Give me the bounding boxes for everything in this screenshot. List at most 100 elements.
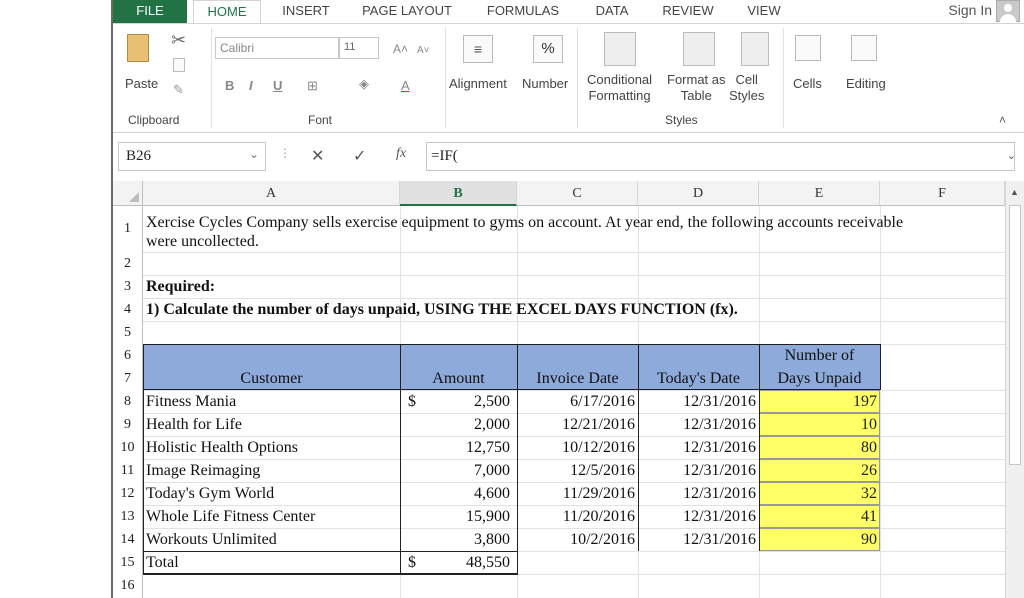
customer-cell[interactable]: Fitness Mania: [146, 392, 236, 412]
row-header[interactable]: 4: [113, 298, 143, 321]
shrink-font-icon[interactable]: A˅: [417, 43, 430, 59]
cells-icon[interactable]: [795, 35, 821, 61]
tab-insert[interactable]: INSERT: [271, 0, 341, 23]
todays-date-cell[interactable]: 12/31/2016: [638, 507, 756, 527]
row-header[interactable]: 1: [113, 206, 143, 252]
format-as-table-button[interactable]: Format as Table: [667, 72, 726, 104]
collapse-ribbon-icon[interactable]: ˄: [999, 112, 1006, 128]
name-box[interactable]: B26 ⌄: [118, 142, 266, 171]
row-header[interactable]: 7: [113, 367, 143, 390]
conditional-formatting-icon[interactable]: [604, 32, 636, 66]
total-amount-cell[interactable]: 48,550: [400, 553, 510, 573]
amount-cell[interactable]: 15,900: [400, 507, 510, 527]
tab-home[interactable]: HOME: [193, 0, 261, 23]
amount-cell[interactable]: 2,000: [400, 415, 510, 435]
todays-date-cell[interactable]: 12/31/2016: [638, 438, 756, 458]
row-header[interactable]: 14: [113, 528, 143, 551]
column-header-d[interactable]: D: [638, 181, 759, 206]
sign-in-link[interactable]: Sign In: [948, 2, 992, 18]
fill-color-icon[interactable]: ◈: [359, 76, 369, 92]
tab-file[interactable]: FILE: [113, 0, 187, 23]
todays-date-cell[interactable]: 12/31/2016: [638, 392, 756, 412]
scroll-up-icon[interactable]: ▲: [1010, 187, 1019, 197]
paste-icon[interactable]: [127, 34, 149, 62]
customer-cell[interactable]: Health for Life: [146, 415, 242, 435]
days-unpaid-cell[interactable]: 90: [759, 528, 880, 551]
enter-icon[interactable]: ✓: [353, 146, 366, 166]
italic-button[interactable]: I: [249, 78, 253, 93]
tab-formulas[interactable]: FORMULAS: [475, 0, 571, 23]
tab-review[interactable]: REVIEW: [655, 0, 721, 23]
scrollbar-thumb[interactable]: [1009, 205, 1021, 465]
alignment-button[interactable]: Alignment: [449, 76, 507, 92]
chevron-down-icon[interactable]: ⌄: [249, 147, 259, 162]
row-header[interactable]: 10: [113, 436, 143, 459]
amount-cell[interactable]: 7,000: [400, 461, 510, 481]
select-all-corner[interactable]: [113, 181, 143, 206]
editing-button[interactable]: Editing: [846, 76, 886, 92]
invoice-date-cell[interactable]: 11/29/2016: [517, 484, 635, 504]
percent-icon[interactable]: %: [533, 35, 563, 63]
customer-cell[interactable]: Today's Gym World: [146, 484, 274, 504]
conditional-formatting-button[interactable]: Conditional Formatting: [587, 72, 652, 104]
tab-data[interactable]: DATA: [585, 0, 639, 23]
days-unpaid-cell[interactable]: 80: [759, 436, 880, 459]
todays-date-cell[interactable]: 12/31/2016: [638, 530, 756, 550]
cut-icon[interactable]: ✂: [171, 31, 186, 49]
column-header-b[interactable]: B: [400, 181, 517, 206]
customer-cell[interactable]: Image Reimaging: [146, 461, 260, 481]
row-header[interactable]: 2: [113, 252, 143, 275]
format-as-table-icon[interactable]: [683, 32, 715, 66]
grow-font-icon[interactable]: A˄: [393, 41, 408, 57]
customer-cell[interactable]: Holistic Health Options: [146, 438, 298, 458]
amount-cell[interactable]: 12,750: [400, 438, 510, 458]
insert-function-button[interactable]: fx: [396, 146, 406, 162]
days-unpaid-cell[interactable]: 32: [759, 482, 880, 505]
invoice-date-cell[interactable]: 11/20/2016: [517, 507, 635, 527]
row-header[interactable]: 13: [113, 505, 143, 528]
invoice-date-cell[interactable]: 12/21/2016: [517, 415, 635, 435]
customer-cell[interactable]: Workouts Unlimited: [146, 530, 277, 550]
alignment-icon[interactable]: ≡: [463, 35, 493, 63]
font-color-icon[interactable]: A: [401, 78, 410, 94]
invoice-date-cell[interactable]: 10/2/2016: [517, 530, 635, 550]
amount-cell[interactable]: 2,500: [400, 392, 510, 412]
column-header-c[interactable]: C: [517, 181, 638, 206]
row-header[interactable]: 9: [113, 413, 143, 436]
vertical-scrollbar[interactable]: ▲: [1005, 181, 1024, 598]
more-options-icon[interactable]: ⋮: [279, 146, 291, 160]
total-label[interactable]: Total: [146, 553, 179, 573]
binoculars-icon[interactable]: [851, 35, 877, 61]
invoice-date-cell[interactable]: 6/17/2016: [517, 392, 635, 412]
row-header[interactable]: 3: [113, 275, 143, 298]
tab-page-layout[interactable]: PAGE LAYOUT: [351, 0, 463, 23]
row-header[interactable]: 11: [113, 459, 143, 482]
user-avatar-icon[interactable]: [996, 0, 1020, 22]
row-header[interactable]: 12: [113, 482, 143, 505]
days-unpaid-cell[interactable]: 197: [759, 390, 880, 413]
days-unpaid-cell[interactable]: 26: [759, 459, 880, 482]
cells-button[interactable]: Cells: [793, 76, 822, 92]
todays-date-cell[interactable]: 12/31/2016: [638, 461, 756, 481]
format-painter-icon[interactable]: ✎: [173, 82, 184, 98]
font-size-input[interactable]: 11: [339, 37, 379, 59]
row-header[interactable]: 5: [113, 321, 143, 344]
number-button[interactable]: Number: [522, 76, 568, 92]
column-header-f[interactable]: F: [880, 181, 1005, 206]
amount-cell[interactable]: 4,600: [400, 484, 510, 504]
copy-icon[interactable]: [173, 58, 185, 72]
formula-input[interactable]: =IF(: [426, 142, 1015, 171]
invoice-date-cell[interactable]: 10/12/2016: [517, 438, 635, 458]
days-unpaid-cell[interactable]: 10: [759, 413, 880, 436]
days-unpaid-cell[interactable]: 41: [759, 505, 880, 528]
bold-button[interactable]: B: [225, 78, 234, 93]
column-header-a[interactable]: A: [143, 181, 400, 206]
row-header[interactable]: 16: [113, 574, 143, 598]
font-name-input[interactable]: Calibri: [215, 37, 339, 59]
customer-cell[interactable]: Whole Life Fitness Center: [146, 507, 315, 527]
tab-view[interactable]: VIEW: [737, 0, 791, 23]
underline-button[interactable]: U: [273, 78, 282, 93]
invoice-date-cell[interactable]: 12/5/2016: [517, 461, 635, 481]
todays-date-cell[interactable]: 12/31/2016: [638, 484, 756, 504]
borders-icon[interactable]: ⊞: [307, 78, 318, 94]
